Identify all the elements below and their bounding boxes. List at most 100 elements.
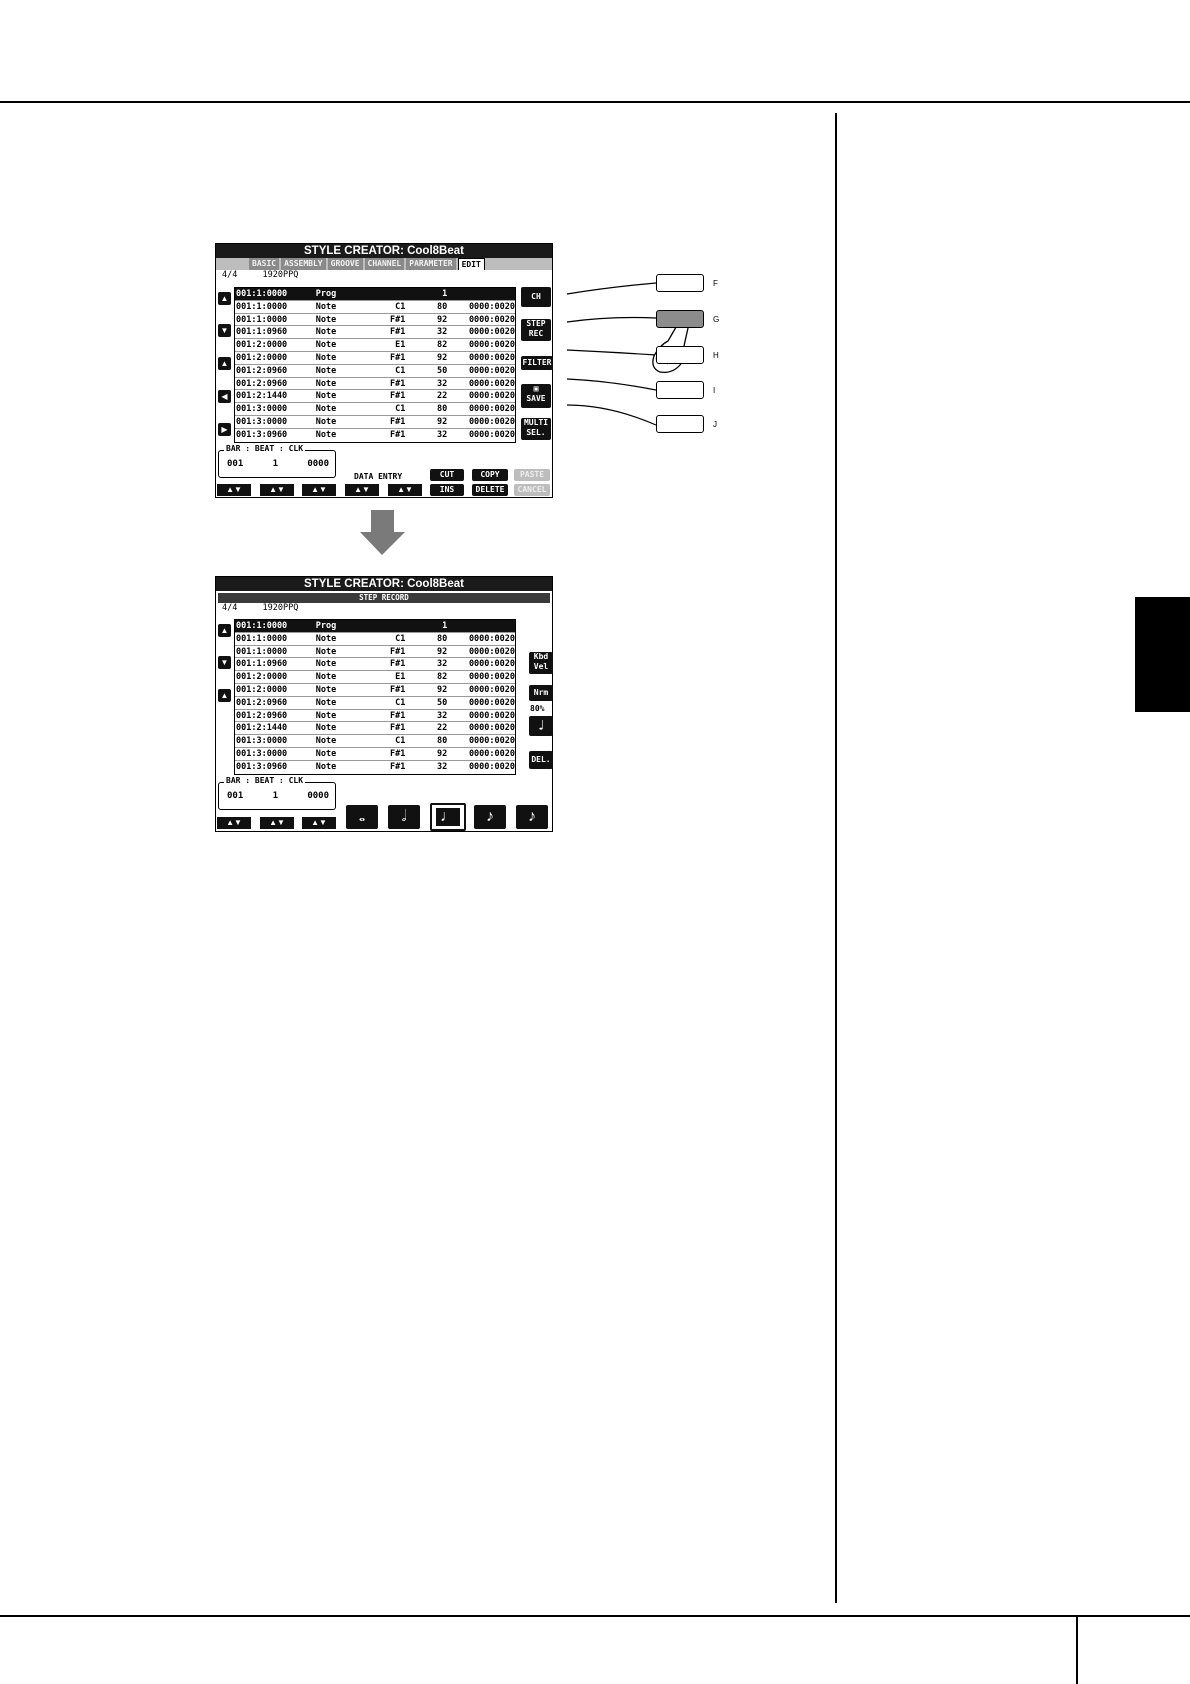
page-up-button-2[interactable]: ▲ <box>218 624 231 637</box>
clk-updown-2[interactable]: ▲▼ <box>302 817 336 829</box>
event-gate <box>447 620 515 632</box>
event-value: 82 <box>437 672 448 683</box>
event-gate: 0000:0020 <box>468 710 515 721</box>
page-down-button-2[interactable]: ▼ <box>218 656 231 669</box>
event-value: 32 <box>437 710 448 721</box>
button-i[interactable] <box>656 381 704 399</box>
event-time: 001:2:0000 <box>236 672 288 683</box>
event-row[interactable]: 001:2:1440 Note F#1 22 0000:0020 <box>235 722 515 736</box>
event-list-2[interactable]: 001:1:0000 Prog 1 001:1:0000 Note C1 80 0000:00… <box>234 619 516 775</box>
event-type: Prog <box>315 621 337 631</box>
screen-title-2: STYLE CREATOR: Cool8Beat <box>216 577 552 591</box>
time-signature-2: 4/4 <box>222 603 238 613</box>
event-note: F#1 <box>390 659 406 670</box>
event-value: 92 <box>437 684 448 695</box>
note-length-icon[interactable]: ♩ <box>529 716 553 736</box>
event-type: Note <box>315 697 337 708</box>
event-type: Note <box>315 659 337 670</box>
del-button[interactable]: DEL. <box>529 751 553 769</box>
event-time: 001:3:0000 <box>236 736 288 747</box>
event-value: 92 <box>437 646 448 657</box>
sixteenth-note-key[interactable]: ♪ <box>516 805 548 829</box>
event-gate: 0000:0020 <box>468 736 515 747</box>
button-g[interactable] <box>656 310 704 328</box>
event-note: C1 <box>395 736 406 747</box>
event-row[interactable]: 001:2:0000 Note E1 82 0000:0020 <box>235 671 515 684</box>
event-gate: 0000:0020 <box>468 748 515 759</box>
event-row[interactable]: 001:2:0960 Note C1 50 0000:0020 <box>235 697 515 710</box>
event-value: 32 <box>437 659 448 670</box>
event-note: F#1 <box>390 684 406 695</box>
event-row[interactable]: 001:2:0960 Note F#1 32 0000:0020 <box>235 710 515 723</box>
button-g-label: G <box>713 315 720 324</box>
event-row[interactable]: 001:1:0000 Prog 1 <box>235 620 515 633</box>
step-record-screen: STYLE CREATOR: Cool8Beat STEP RECORD 4/4… <box>215 576 553 832</box>
position-label-2: BAR : BEAT : CLK <box>224 776 306 785</box>
button-i-label: I <box>713 386 716 395</box>
event-gate: 0000:0020 <box>468 633 515 644</box>
event-gate: 0000:0020 <box>468 672 515 683</box>
event-time: 001:2:1440 <box>236 723 288 734</box>
event-type: Note <box>315 723 337 734</box>
event-type: Note <box>315 761 337 772</box>
button-j[interactable] <box>656 415 704 433</box>
position-readout-2: BAR : BEAT : CLK 001 1 0000 <box>218 776 336 810</box>
nrm-button[interactable]: Nrm <box>529 685 553 701</box>
button-h[interactable] <box>656 346 704 364</box>
kbd-vel-button[interactable]: Kbd Vel <box>529 652 553 674</box>
event-note: E1 <box>395 672 406 683</box>
kbd-line-2: Vel <box>533 662 549 671</box>
event-note: F#1 <box>390 761 406 772</box>
event-type: Note <box>315 672 337 683</box>
event-gate: 0000:0020 <box>468 761 515 772</box>
event-row[interactable]: 001:1:0000 Note F#1 92 0000:0020 <box>235 646 515 659</box>
beat-updown-2[interactable]: ▲▼ <box>260 817 294 829</box>
event-type: Note <box>315 633 337 644</box>
event-time: 001:1:0000 <box>236 633 288 644</box>
event-gate: 0000:0020 <box>468 697 515 708</box>
event-time: 001:1:0000 <box>236 646 288 657</box>
button-h-label: H <box>713 351 719 360</box>
event-row[interactable]: 001:3:0000 Note C1 80 0000:0020 <box>235 735 515 748</box>
half-note-key[interactable]: 𝅗𝅥 <box>388 805 420 829</box>
clk-value-2: 0000 <box>307 791 329 801</box>
button-f-label: F <box>713 279 718 288</box>
event-note: F#1 <box>390 646 406 657</box>
event-row[interactable]: 001:2:0000 Note F#1 92 0000:0020 <box>235 684 515 697</box>
quarter-note-icon: ♩ <box>436 808 460 826</box>
event-note: C1 <box>395 697 406 708</box>
eighth-note-key[interactable]: ♪ <box>474 805 506 829</box>
bar-value-2: 001 <box>227 791 244 801</box>
bar-updown-2[interactable]: ▲▼ <box>217 817 251 829</box>
scroll-up-button-2[interactable]: ▲ <box>218 689 231 702</box>
event-note: F#1 <box>390 748 406 759</box>
event-value: 80 <box>437 736 448 747</box>
quarter-note-key[interactable]: ♩ <box>430 803 466 831</box>
event-row[interactable]: 001:1:0000 Note C1 80 0000:0020 <box>235 633 515 646</box>
event-note: F#1 <box>390 723 406 734</box>
whole-note-key[interactable]: 𝅝 <box>346 805 378 829</box>
event-row[interactable]: 001:1:0960 Note F#1 32 0000:0020 <box>235 658 515 672</box>
event-gate: 0000:0020 <box>468 646 515 657</box>
resolution-2: 1920PPQ <box>262 603 299 613</box>
event-value: 92 <box>437 748 448 759</box>
event-time: 001:3:0000 <box>236 748 288 759</box>
event-row[interactable]: 001:3:0960 Note F#1 32 0000:0020 <box>235 761 515 774</box>
event-value: 50 <box>437 697 448 708</box>
event-type: Note <box>315 646 337 657</box>
button-f[interactable] <box>656 274 704 292</box>
event-type: Note <box>315 736 337 747</box>
beat-value-2: 1 <box>272 791 278 801</box>
leader-lines <box>360 282 690 555</box>
event-type: Note <box>315 684 337 695</box>
event-type: Note <box>315 748 337 759</box>
event-time: 001:2:0000 <box>236 684 288 695</box>
meta-line-2: 4/4 1920PPQ <box>216 603 552 614</box>
event-value: 32 <box>437 761 448 772</box>
event-time: 001:2:0960 <box>236 710 288 721</box>
event-value: 1 <box>442 621 448 631</box>
event-time: 001:1:0960 <box>236 659 288 670</box>
event-gate: 0000:0020 <box>468 723 515 734</box>
event-value: 22 <box>437 723 448 734</box>
event-row[interactable]: 001:3:0000 Note F#1 92 0000:0020 <box>235 748 515 761</box>
